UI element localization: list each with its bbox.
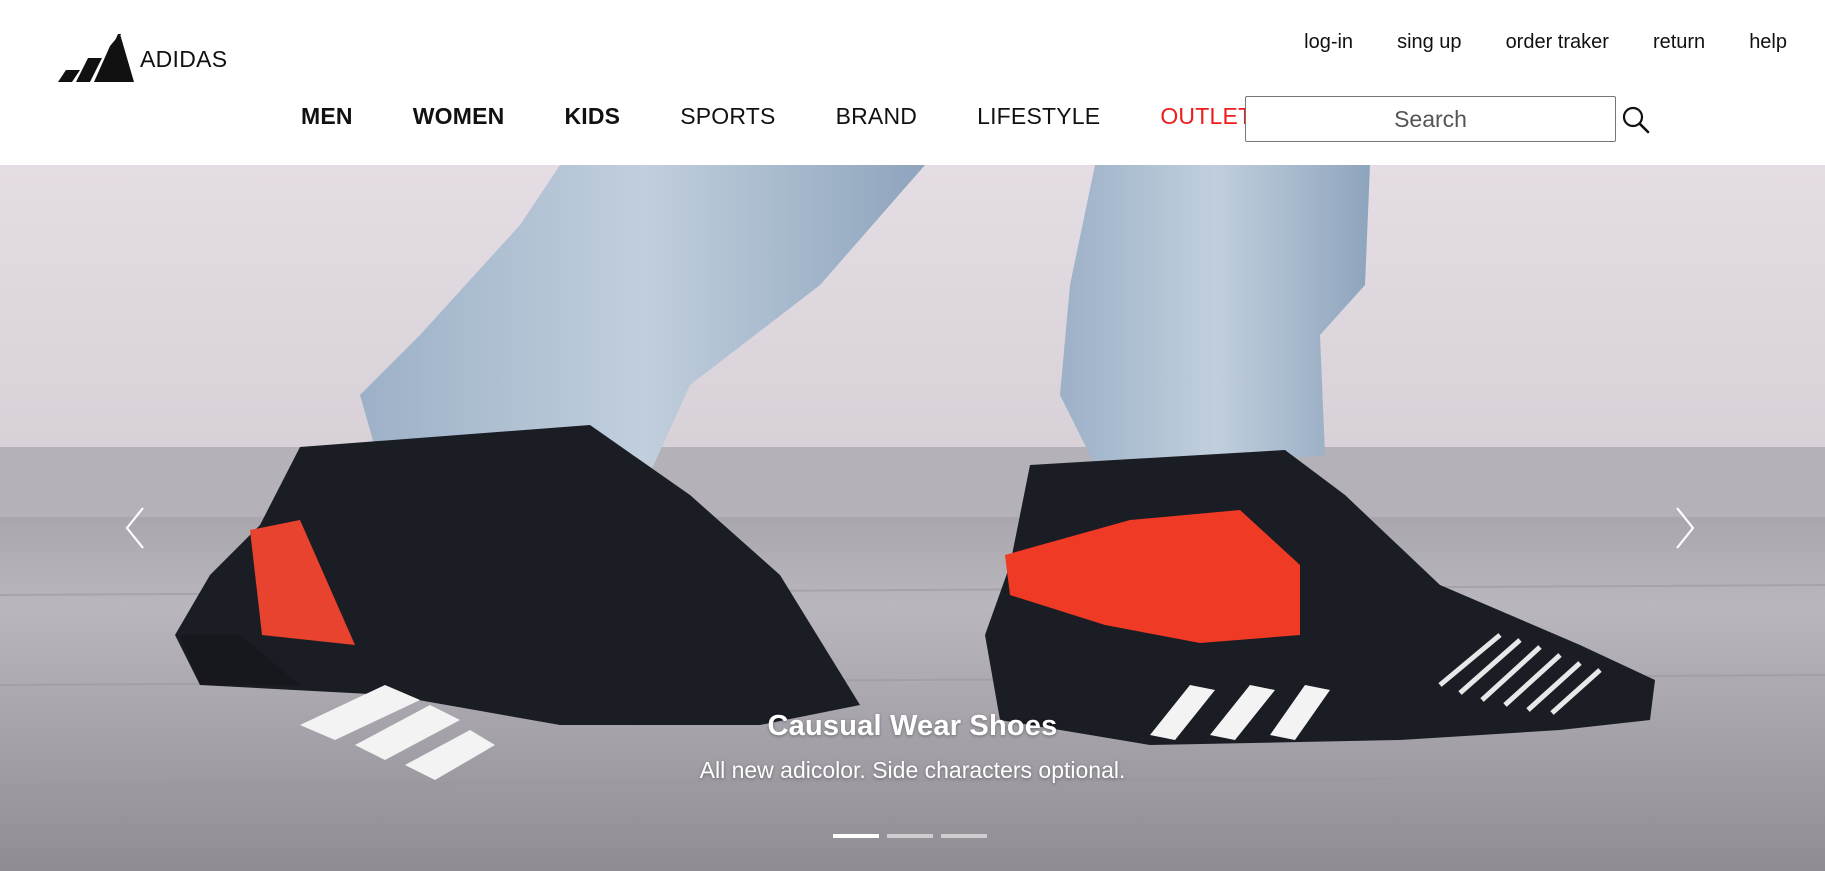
search-input[interactable]: [1245, 96, 1616, 142]
nav-item-men[interactable]: MEN: [301, 99, 353, 133]
carousel-indicator-2[interactable]: [887, 834, 933, 838]
login-link[interactable]: log-in: [1304, 28, 1353, 56]
search-button[interactable]: [1620, 104, 1652, 136]
slide-caption: Causual Wear Shoes All new adicolor. Sid…: [0, 710, 1825, 784]
hero-carousel: Causual Wear Shoes All new adicolor. Sid…: [0, 165, 1825, 871]
nav-item-lifestyle[interactable]: LIFESTYLE: [977, 99, 1100, 133]
chevron-right-icon: [1676, 507, 1695, 549]
carousel-next-button[interactable]: [1665, 500, 1705, 556]
brand-name: ADIDAS: [140, 45, 228, 72]
carousel-indicators: [833, 834, 995, 838]
nav-item-sports[interactable]: SPORTS: [680, 99, 775, 133]
main-nav: MEN WOMEN KIDS SPORTS BRAND LIFESTYLE OU…: [301, 99, 1281, 133]
carousel-indicator-3[interactable]: [941, 834, 987, 838]
site-header: ADIDAS log-in sing up order traker retur…: [0, 0, 1825, 165]
return-link[interactable]: return: [1653, 28, 1705, 56]
nav-item-women[interactable]: WOMEN: [413, 99, 505, 133]
help-link[interactable]: help: [1749, 28, 1787, 56]
nav-item-kids[interactable]: KIDS: [564, 99, 620, 133]
adidas-performance-logo-icon: [58, 34, 134, 82]
order-tracker-link[interactable]: order traker: [1506, 28, 1609, 56]
brand-logo-link[interactable]: ADIDAS: [58, 34, 227, 82]
carousel-prev-button[interactable]: [115, 500, 155, 556]
signup-link[interactable]: sing up: [1397, 28, 1462, 56]
search-icon: [1622, 106, 1650, 134]
slide-text: All new adicolor. Side characters option…: [699, 757, 1126, 783]
chevron-left-icon: [125, 507, 144, 549]
nav-item-brand[interactable]: BRAND: [836, 99, 918, 133]
slide-title: Causual Wear Shoes: [767, 710, 1058, 742]
utility-nav: log-in sing up order traker return help: [1260, 28, 1787, 56]
nav-item-outlet[interactable]: OUTLET: [1160, 99, 1252, 133]
carousel-indicator-1[interactable]: [833, 834, 879, 838]
